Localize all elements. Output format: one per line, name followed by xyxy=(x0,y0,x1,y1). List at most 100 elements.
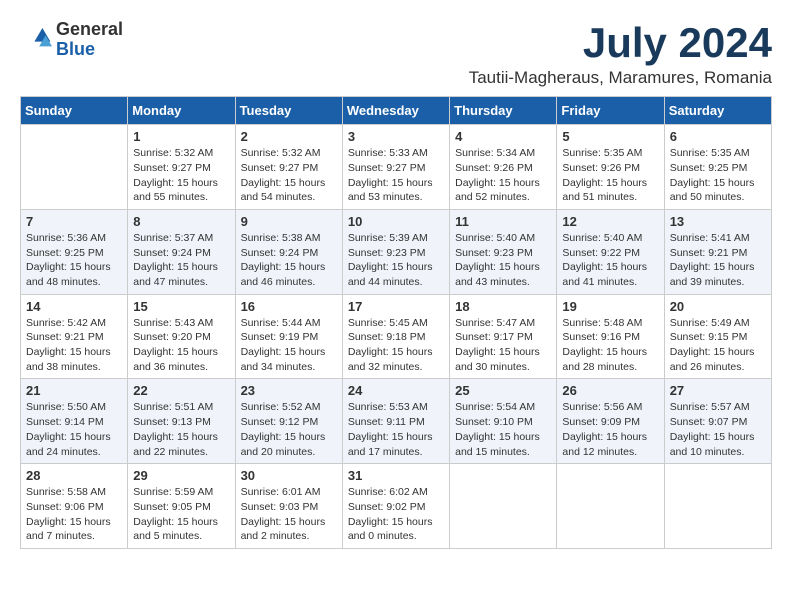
day-number: 5 xyxy=(562,129,658,144)
day-info: Sunrise: 5:53 AM Sunset: 9:11 PM Dayligh… xyxy=(348,400,444,459)
day-info: Sunrise: 5:41 AM Sunset: 9:21 PM Dayligh… xyxy=(670,231,766,290)
day-number: 29 xyxy=(133,468,229,483)
day-info: Sunrise: 5:54 AM Sunset: 9:10 PM Dayligh… xyxy=(455,400,551,459)
calendar-cell: 18 Sunrise: 5:47 AM Sunset: 9:17 PM Dayli… xyxy=(450,294,557,379)
day-number: 23 xyxy=(241,383,337,398)
day-info: Sunrise: 5:37 AM Sunset: 9:24 PM Dayligh… xyxy=(133,231,229,290)
day-info: Sunrise: 5:35 AM Sunset: 9:25 PM Dayligh… xyxy=(670,146,766,205)
day-info: Sunrise: 6:02 AM Sunset: 9:02 PM Dayligh… xyxy=(348,485,444,544)
day-number: 21 xyxy=(26,383,122,398)
header-thursday: Thursday xyxy=(450,97,557,125)
day-number: 26 xyxy=(562,383,658,398)
calendar-cell: 19 Sunrise: 5:48 AM Sunset: 9:16 PM Dayli… xyxy=(557,294,664,379)
calendar-week-row: 7 Sunrise: 5:36 AM Sunset: 9:25 PM Daylig… xyxy=(21,209,772,294)
day-number: 3 xyxy=(348,129,444,144)
day-info: Sunrise: 5:43 AM Sunset: 9:20 PM Dayligh… xyxy=(133,316,229,375)
calendar-cell: 7 Sunrise: 5:36 AM Sunset: 9:25 PM Daylig… xyxy=(21,209,128,294)
day-number: 20 xyxy=(670,299,766,314)
calendar-cell: 17Sunrise: 5:45 AM Sunset: 9:18 PM Dayli… xyxy=(342,294,449,379)
day-number: 28 xyxy=(26,468,122,483)
logo-blue: Blue xyxy=(56,40,123,60)
calendar-cell: 31 Sunrise: 6:02 AM Sunset: 9:02 PM Dayli… xyxy=(342,464,449,549)
day-info: Sunrise: 5:47 AM Sunset: 9:17 PM Dayligh… xyxy=(455,316,551,375)
day-number: 15 xyxy=(133,299,229,314)
day-info: Sunrise: 5:35 AM Sunset: 9:26 PM Dayligh… xyxy=(562,146,658,205)
day-info: Sunrise: 5:39 AM Sunset: 9:23 PM Dayligh… xyxy=(348,231,444,290)
calendar-cell xyxy=(557,464,664,549)
calendar-week-row: 1 Sunrise: 5:32 AM Sunset: 9:27 PM Daylig… xyxy=(21,125,772,210)
logo-general: General xyxy=(56,20,123,40)
calendar-cell: 16 Sunrise: 5:44 AM Sunset: 9:19 PM Dayli… xyxy=(235,294,342,379)
calendar-cell xyxy=(21,125,128,210)
day-number: 16 xyxy=(241,299,337,314)
logo-icon xyxy=(20,24,52,56)
calendar-cell: 23 Sunrise: 5:52 AM Sunset: 9:12 PM Dayli… xyxy=(235,379,342,464)
calendar-cell: 26 Sunrise: 5:56 AM Sunset: 9:09 PM Dayli… xyxy=(557,379,664,464)
day-info: Sunrise: 5:52 AM Sunset: 9:12 PM Dayligh… xyxy=(241,400,337,459)
calendar-cell: 22Sunrise: 5:51 AM Sunset: 9:13 PM Dayli… xyxy=(128,379,235,464)
header-saturday: Saturday xyxy=(664,97,771,125)
calendar-cell: 9Sunrise: 5:38 AM Sunset: 9:24 PM Daylig… xyxy=(235,209,342,294)
day-info: Sunrise: 5:44 AM Sunset: 9:19 PM Dayligh… xyxy=(241,316,337,375)
day-info: Sunrise: 5:42 AM Sunset: 9:21 PM Dayligh… xyxy=(26,316,122,375)
day-number: 12 xyxy=(562,214,658,229)
day-number: 11 xyxy=(455,214,551,229)
calendar-cell: 20 Sunrise: 5:49 AM Sunset: 9:15 PM Dayli… xyxy=(664,294,771,379)
day-info: Sunrise: 5:34 AM Sunset: 9:26 PM Dayligh… xyxy=(455,146,551,205)
day-info: Sunrise: 5:32 AM Sunset: 9:27 PM Dayligh… xyxy=(241,146,337,205)
header-tuesday: Tuesday xyxy=(235,97,342,125)
day-number: 31 xyxy=(348,468,444,483)
day-number: 4 xyxy=(455,129,551,144)
calendar-cell xyxy=(450,464,557,549)
day-info: Sunrise: 5:49 AM Sunset: 9:15 PM Dayligh… xyxy=(670,316,766,375)
day-number: 30 xyxy=(241,468,337,483)
calendar-cell: 24 Sunrise: 5:53 AM Sunset: 9:11 PM Dayli… xyxy=(342,379,449,464)
day-info: Sunrise: 5:51 AM Sunset: 9:13 PM Dayligh… xyxy=(133,400,229,459)
day-info: Sunrise: 5:56 AM Sunset: 9:09 PM Dayligh… xyxy=(562,400,658,459)
calendar-cell: 10 Sunrise: 5:39 AM Sunset: 9:23 PM Dayli… xyxy=(342,209,449,294)
calendar-cell: 28Sunrise: 5:58 AM Sunset: 9:06 PM Dayli… xyxy=(21,464,128,549)
day-number: 18 xyxy=(455,299,551,314)
day-info: Sunrise: 5:45 AM Sunset: 9:18 PM Dayligh… xyxy=(348,316,444,375)
day-number: 27 xyxy=(670,383,766,398)
day-info: Sunrise: 5:50 AM Sunset: 9:14 PM Dayligh… xyxy=(26,400,122,459)
day-info: Sunrise: 5:57 AM Sunset: 9:07 PM Dayligh… xyxy=(670,400,766,459)
day-info: Sunrise: 5:59 AM Sunset: 9:05 PM Dayligh… xyxy=(133,485,229,544)
day-number: 10 xyxy=(348,214,444,229)
calendar-cell: 21 Sunrise: 5:50 AM Sunset: 9:14 PM Dayli… xyxy=(21,379,128,464)
calendar-cell: 12Sunrise: 5:40 AM Sunset: 9:22 PM Dayli… xyxy=(557,209,664,294)
title-area: July 2024 Tautii-Magheraus, Maramures, R… xyxy=(469,20,772,88)
header-wednesday: Wednesday xyxy=(342,97,449,125)
day-number: 2 xyxy=(241,129,337,144)
day-number: 6 xyxy=(670,129,766,144)
day-info: Sunrise: 5:33 AM Sunset: 9:27 PM Dayligh… xyxy=(348,146,444,205)
day-info: Sunrise: 5:48 AM Sunset: 9:16 PM Dayligh… xyxy=(562,316,658,375)
day-number: 25 xyxy=(455,383,551,398)
month-year-title: July 2024 xyxy=(469,20,772,66)
calendar-cell: 4 Sunrise: 5:34 AM Sunset: 9:26 PM Daylig… xyxy=(450,125,557,210)
calendar-cell: 1 Sunrise: 5:32 AM Sunset: 9:27 PM Daylig… xyxy=(128,125,235,210)
day-info: Sunrise: 5:40 AM Sunset: 9:23 PM Dayligh… xyxy=(455,231,551,290)
day-info: Sunrise: 6:01 AM Sunset: 9:03 PM Dayligh… xyxy=(241,485,337,544)
day-number: 1 xyxy=(133,129,229,144)
calendar-cell: 30 Sunrise: 6:01 AM Sunset: 9:03 PM Dayli… xyxy=(235,464,342,549)
calendar-cell: 11 Sunrise: 5:40 AM Sunset: 9:23 PM Dayli… xyxy=(450,209,557,294)
day-number: 24 xyxy=(348,383,444,398)
calendar-cell: 29 Sunrise: 5:59 AM Sunset: 9:05 PM Dayli… xyxy=(128,464,235,549)
calendar-cell: 25 Sunrise: 5:54 AM Sunset: 9:10 PM Dayli… xyxy=(450,379,557,464)
calendar-cell: 5 Sunrise: 5:35 AM Sunset: 9:26 PM Daylig… xyxy=(557,125,664,210)
calendar-week-row: 14Sunrise: 5:42 AM Sunset: 9:21 PM Dayli… xyxy=(21,294,772,379)
calendar-header-row: SundayMondayTuesdayWednesdayThursdayFrid… xyxy=(21,97,772,125)
calendar-cell: 2 Sunrise: 5:32 AM Sunset: 9:27 PM Daylig… xyxy=(235,125,342,210)
day-number: 8 xyxy=(133,214,229,229)
day-info: Sunrise: 5:32 AM Sunset: 9:27 PM Dayligh… xyxy=(133,146,229,205)
calendar-cell: 6 Sunrise: 5:35 AM Sunset: 9:25 PM Daylig… xyxy=(664,125,771,210)
day-info: Sunrise: 5:36 AM Sunset: 9:25 PM Dayligh… xyxy=(26,231,122,290)
day-number: 7 xyxy=(26,214,122,229)
calendar-table: SundayMondayTuesdayWednesdayThursdayFrid… xyxy=(20,96,772,549)
day-number: 9 xyxy=(241,214,337,229)
calendar-week-row: 21 Sunrise: 5:50 AM Sunset: 9:14 PM Dayli… xyxy=(21,379,772,464)
day-number: 19 xyxy=(562,299,658,314)
day-number: 13 xyxy=(670,214,766,229)
header-monday: Monday xyxy=(128,97,235,125)
